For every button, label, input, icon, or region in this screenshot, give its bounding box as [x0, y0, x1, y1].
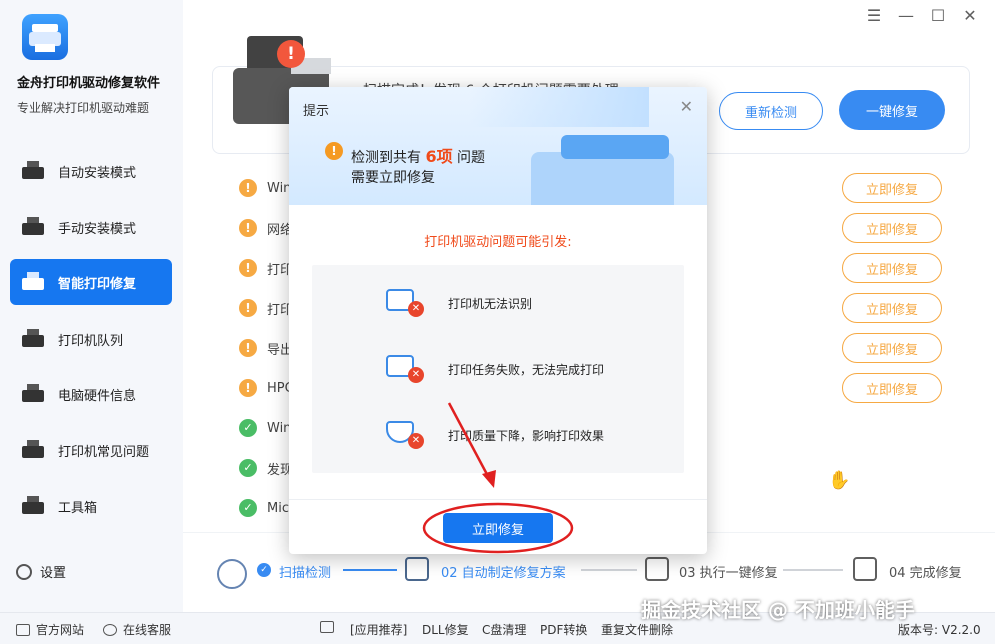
fix-prompt-dialog: 提示 ✕ ! 检测到共有 6项 问题 需要立即修复 打印机驱动问题可能引发: ✕… [289, 87, 707, 554]
issue-count: 6项 [425, 147, 453, 166]
settings-button[interactable]: 设置 [16, 562, 66, 581]
settings-label: 设置 [40, 566, 67, 581]
megaphone-icon [320, 621, 334, 633]
sidebar: 金舟打印机驱动修复软件 专业解决打印机驱动难题 自动安装模式 手动安装模式 智能… [0, 0, 183, 612]
dll-repair-link[interactable]: DLL修复 [422, 621, 469, 638]
dialog-title: 提示 [303, 104, 330, 119]
cause-list: ✕ 打印机无法识别 ✕ 打印任务失败，无法完成打印 ✕ 打印质量下降，影响打印效… [312, 265, 684, 473]
hand-cursor-icon: ✋ [828, 470, 851, 491]
sidebar-item-manual-install[interactable]: 手动安装模式 [10, 204, 172, 250]
divider [289, 499, 707, 500]
ai-repair-icon [20, 270, 46, 294]
printer-help-icon [20, 438, 46, 462]
gear-icon [16, 563, 32, 580]
list-item: 打印任务失败，无法完成打印 [448, 363, 605, 377]
printer-illustration-top [561, 135, 669, 159]
sidebar-item-label: 手动安装模式 [58, 221, 137, 237]
toolbox-icon [20, 494, 46, 518]
list-item: 打印机无法识别 [448, 297, 533, 311]
app-recommend-label [320, 621, 340, 633]
duplicate-delete-link[interactable]: 重复文件删除 [601, 621, 673, 638]
official-website-link[interactable]: 官方网站 [16, 621, 84, 638]
printer-queue-icon [20, 327, 46, 351]
monitor-icon [20, 382, 46, 406]
pdf-convert-link[interactable]: PDF转换 [540, 621, 587, 638]
printer-error-icon: ✕ [384, 283, 424, 317]
printer-download-icon [20, 215, 46, 239]
app-recommend-text: [应用推荐] [350, 623, 408, 637]
c-drive-clean-link[interactable]: C盘清理 [482, 621, 526, 638]
sidebar-item-label: 打印机常见问题 [58, 444, 150, 460]
warning-icon: ! [325, 142, 343, 160]
sidebar-item-label: 工具箱 [58, 500, 98, 516]
app-title: 金舟打印机驱动修复软件 [17, 76, 161, 91]
close-icon[interactable]: ✕ [680, 97, 693, 116]
app-subtitle: 专业解决打印机驱动难题 [17, 101, 150, 115]
printer-illustration-icon [531, 152, 674, 205]
online-service-link[interactable]: 在线客服 [103, 621, 171, 638]
fix-now-button[interactable]: 立即修复 [443, 513, 553, 543]
sidebar-item-label: 电脑硬件信息 [58, 388, 137, 404]
sidebar-item-label: 自动安装模式 [58, 165, 137, 181]
header-decoration [469, 87, 649, 127]
list-item: 打印质量下降，影响打印效果 [448, 429, 605, 443]
dialog-message: 检测到共有 6项 问题 [351, 147, 486, 166]
sidebar-item-toolbox[interactable]: 工具箱 [10, 483, 172, 529]
headset-icon [103, 623, 117, 636]
watermark: 掘金技术社区 @ 不加班小能手 [641, 598, 915, 622]
sidebar-item-label: 智能打印修复 [58, 276, 137, 292]
printer-download-icon [20, 159, 46, 183]
sidebar-item-label: 打印机队列 [58, 333, 124, 349]
dialog-message-line2: 需要立即修复 [351, 170, 435, 186]
quality-shield-error-icon: ✕ [384, 415, 424, 449]
sidebar-item-auto-install[interactable]: 自动安装模式 [10, 148, 172, 194]
monitor-icon [16, 623, 30, 636]
sidebar-item-smart-repair[interactable]: 智能打印修复 [10, 259, 172, 305]
sidebar-item-hardware-info[interactable]: 电脑硬件信息 [10, 371, 172, 417]
document-error-icon: ✕ [384, 349, 424, 383]
sidebar-item-faq[interactable]: 打印机常见问题 [10, 427, 172, 473]
sidebar-item-printer-queue[interactable]: 打印机队列 [10, 316, 172, 362]
cause-title: 打印机驱动问题可能引发: [424, 235, 572, 250]
version-label: 版本号: V2.2.0 [898, 623, 981, 637]
app-logo-icon [22, 14, 68, 60]
